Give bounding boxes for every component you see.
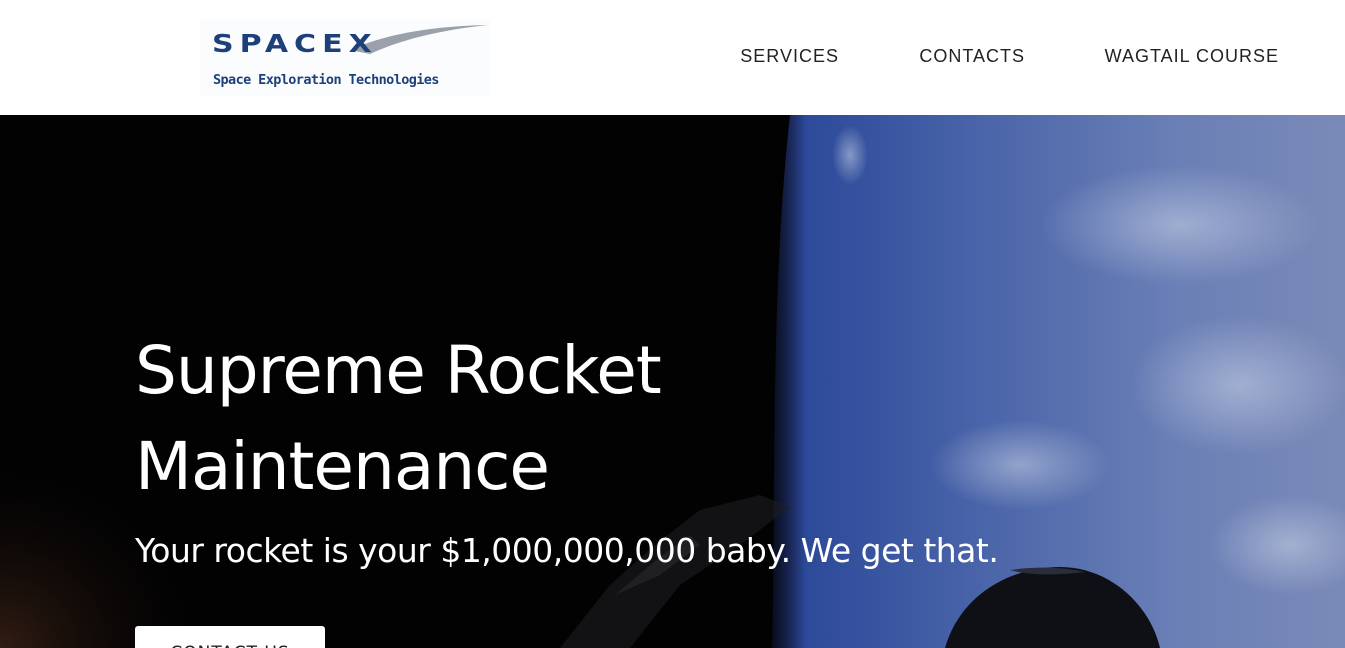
contact-us-button[interactable]: CONTACT US [135, 626, 325, 648]
logo-wordmark: SPACEX [212, 30, 378, 59]
hero-title-line-1: Supreme Rocket [135, 332, 662, 409]
hero-subtitle: Your rocket is your $1,000,000,000 baby.… [135, 531, 999, 570]
hero-section: Supreme Rocket Maintenance Your rocket i… [0, 115, 1345, 648]
nav-item-services[interactable]: SERVICES [740, 46, 839, 67]
nav-item-wagtail-course[interactable]: WAGTAIL COURSE [1105, 46, 1279, 67]
spacex-logo[interactable]: SPACEX Space Exploration Technologies [200, 20, 490, 96]
logo-tagline: Space Exploration Technologies [213, 72, 439, 88]
nav-item-contacts[interactable]: CONTACTS [919, 46, 1025, 67]
site-header: SPACEX Space Exploration Technologies SE… [0, 0, 1345, 115]
hero-title-line-2: Maintenance [135, 428, 550, 505]
hero-title: Supreme Rocket Maintenance [135, 323, 835, 515]
